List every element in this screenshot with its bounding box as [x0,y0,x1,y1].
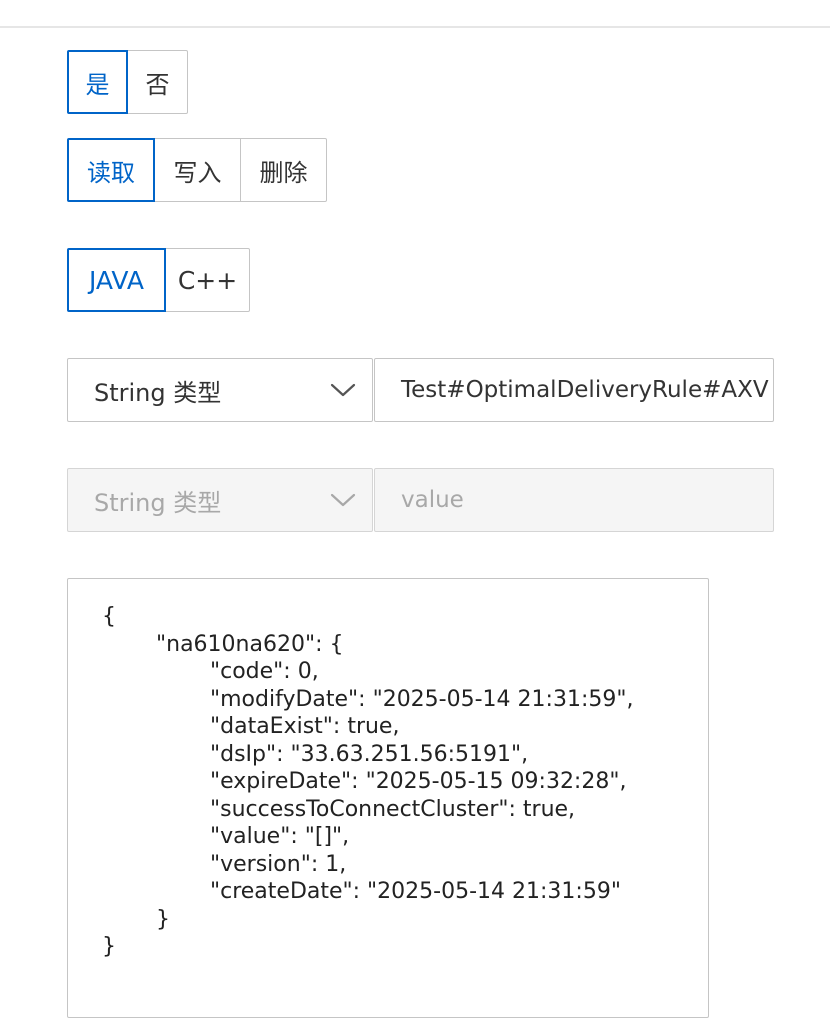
read-option-button[interactable]: 读取 [67,138,155,202]
operation-toggle-group: 读取 写入 删除 [67,138,327,202]
json-line: "na610na620": { [156,631,344,657]
key-type-select-value: String 类型 [94,378,222,407]
chevron-down-icon [330,487,356,513]
key-input[interactable]: Test#OptimalDeliveryRule#AXV [374,358,774,422]
json-line: "value": "[]", [210,824,350,849]
json-line: "version": 1, [210,851,347,877]
yes-no-toggle-group: 是 否 [67,50,188,114]
json-line: } [156,906,170,932]
yes-option-button[interactable]: 是 [67,50,128,114]
chevron-down-icon [330,377,356,403]
result-json-textarea[interactable]: { "na610na620": { "code": 0, "modifyDate… [67,578,709,1018]
json-line: "modifyDate": "2025-05-14 21:31:59", [210,686,634,712]
json-line: "createDate": "2025-05-14 21:31:59" [210,879,621,904]
language-toggle-group: JAVA C++ [67,248,250,312]
java-option-button[interactable]: JAVA [67,248,166,312]
top-divider [0,0,830,28]
value-type-select-value: String 类型 [94,488,222,517]
cpp-option-button[interactable]: C++ [165,248,250,312]
write-option-button[interactable]: 写入 [154,138,241,202]
json-line: "code": 0, [210,659,319,684]
delete-option-button[interactable]: 删除 [240,138,327,202]
no-option-button[interactable]: 否 [127,50,188,114]
json-line: } [102,934,116,959]
json-line: { [102,604,116,629]
json-line: "dataExist": true, [210,714,400,739]
json-line: "successToConnectCluster": true, [210,796,576,822]
key-type-select[interactable]: String 类型 [67,358,373,422]
value-type-select[interactable]: String 类型 [67,468,373,532]
json-line: "expireDate": "2025-05-15 09:32:28", [210,769,627,794]
value-input[interactable]: value [374,468,774,532]
json-line: "dsIp": "33.63.251.56:5191", [210,741,529,767]
